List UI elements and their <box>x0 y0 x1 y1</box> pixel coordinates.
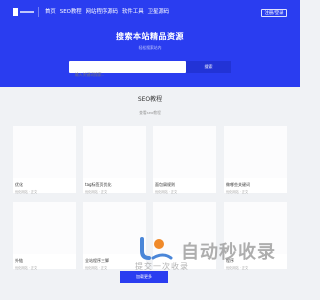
nav-item-source[interactable]: 网站程序源码 <box>86 8 118 16</box>
card-thumbnail <box>153 202 216 254</box>
article-card[interactable] <box>153 202 216 269</box>
article-card[interactable]: 面包屑规则 优化网站 · 正文 <box>153 126 216 194</box>
logo-mark-icon <box>13 8 18 16</box>
card-title[interactable]: 优化 <box>15 182 23 188</box>
card-thumbnail <box>13 126 76 178</box>
card-title[interactable]: 面包屑规则 <box>155 182 175 188</box>
search-button[interactable]: 搜索 <box>186 61 231 73</box>
card-thumbnail <box>224 126 287 178</box>
nav-item-satellite[interactable]: 卫星源码 <box>148 8 170 16</box>
nav-item-tools[interactable]: 软件工具 <box>122 8 144 16</box>
hero-title: 搜索本站精品资源 <box>116 32 184 41</box>
card-thumbnail <box>224 202 287 254</box>
login-button[interactable]: 注册/登录 <box>261 9 287 17</box>
article-card[interactable]: 全站程序三脚 优化网站 · 正文 <box>83 202 146 270</box>
card-title[interactable]: 外链 <box>15 258 23 264</box>
article-card[interactable]: tag标签页优化 优化网站 · 正文 <box>83 126 146 194</box>
search-box <box>69 61 186 81</box>
article-card[interactable]: 程序 优化网站 · 正文 <box>224 202 287 270</box>
card-thumbnail <box>153 126 216 178</box>
card-thumbnail <box>13 202 76 254</box>
card-thumbnail <box>83 202 146 254</box>
card-title[interactable]: 全站程序三脚 <box>85 258 109 264</box>
top-navbar: 首页 SEO教程 网站程序源码 软件工具 卫星源码 注册/登录 <box>0 0 300 24</box>
section-title: SEO教程 <box>137 96 163 103</box>
card-meta: 优化网站 · 正文 <box>155 190 178 194</box>
card-meta: 优化网站 · 正文 <box>15 266 38 270</box>
section-subtitle: 查看seo教程 <box>139 110 161 115</box>
nav-item-home[interactable]: 首页 <box>45 8 56 16</box>
card-title[interactable]: 做哪些关键词 <box>226 182 250 188</box>
card-meta: 优化网站 · 正文 <box>85 190 108 194</box>
card-meta: 优化网站 · 正文 <box>226 266 249 270</box>
search-input[interactable] <box>69 68 186 81</box>
article-card[interactable]: 外链 优化网站 · 正文 <box>13 202 76 270</box>
nav-item-seo[interactable]: SEO教程 <box>60 8 82 16</box>
card-meta: 优化网站 · 正文 <box>85 266 108 270</box>
hero-subtitle: 轻松搜索站内 <box>138 45 162 50</box>
nav-divider <box>38 7 39 17</box>
card-title[interactable]: 程序 <box>226 258 234 264</box>
card-meta: 优化网站 · 正文 <box>226 190 249 194</box>
main-nav: 首页 SEO教程 网站程序源码 软件工具 卫星源码 <box>45 8 169 16</box>
card-thumbnail <box>83 126 146 178</box>
article-card[interactable]: 做哪些关键词 优化网站 · 正文 <box>224 126 287 194</box>
card-meta: 优化网站 · 正文 <box>15 190 38 194</box>
load-more-button[interactable]: 加载更多 <box>120 271 168 283</box>
article-card[interactable]: 优化 优化网站 · 正文 <box>13 126 76 194</box>
card-title[interactable]: tag标签页优化 <box>85 182 112 188</box>
site-logo[interactable] <box>13 8 34 16</box>
logo-wordmark <box>20 11 34 13</box>
